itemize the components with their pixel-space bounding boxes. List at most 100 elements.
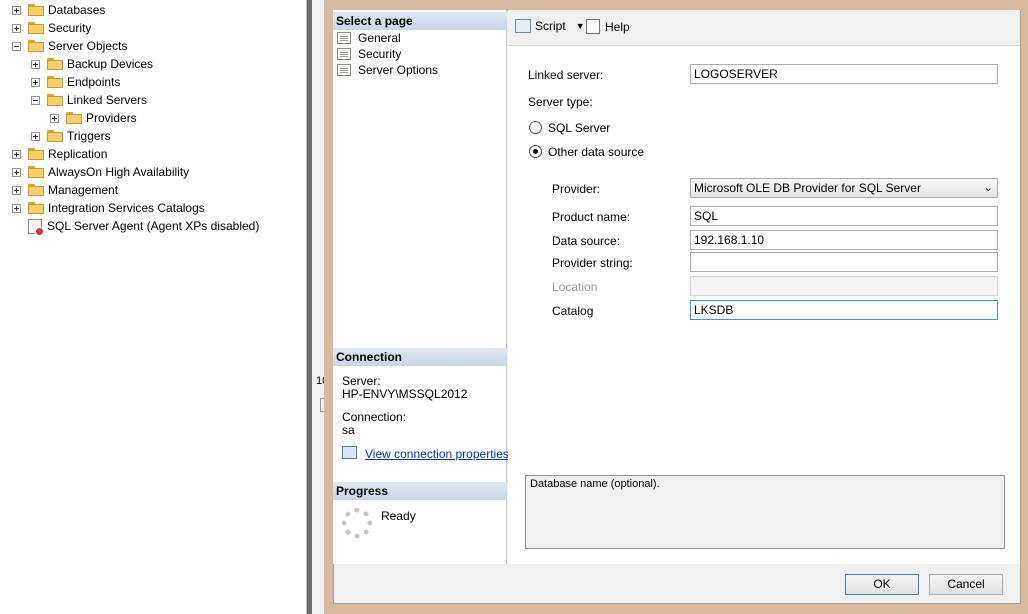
- folder-icon: [47, 130, 63, 142]
- script-label: Script: [535, 19, 566, 33]
- tree-node-label: AlwaysOn High Availability: [48, 165, 190, 179]
- tree-node[interactable]: Backup Devices: [31, 55, 153, 73]
- linked-server-input[interactable]: LOGOSERVER: [690, 64, 998, 84]
- catalog-label: Catalog: [552, 304, 594, 318]
- tree-node[interactable]: SQL Server Agent (Agent XPs disabled): [28, 217, 260, 236]
- tree-node[interactable]: Management: [12, 181, 118, 199]
- connection-header: Connection: [333, 348, 507, 366]
- tree-node-label: Replication: [48, 147, 108, 161]
- connection-value: sa: [342, 423, 355, 437]
- folder-icon: [28, 184, 44, 196]
- chevron-down-icon: ⌄: [983, 182, 993, 194]
- progress-status: Ready: [381, 509, 416, 523]
- provider-label: Provider:: [552, 182, 601, 196]
- tree-node[interactable]: Replication: [12, 145, 107, 163]
- progress-header: Progress: [333, 482, 507, 500]
- connection-properties-icon: [342, 446, 357, 459]
- linked-server-label: Linked server:: [528, 68, 604, 82]
- product-name-input[interactable]: SQL: [690, 206, 998, 226]
- expand-icon[interactable]: [12, 167, 21, 177]
- expand-icon[interactable]: [12, 185, 21, 195]
- tree-node-label: Providers: [86, 111, 137, 125]
- server-value: HP-ENVY\MSSQL2012: [342, 387, 468, 401]
- description-box: Database name (optional).: [525, 475, 1005, 549]
- tree-node-label: Management: [48, 183, 119, 197]
- tree-node-label: Databases: [48, 3, 106, 17]
- folder-icon: [28, 166, 44, 178]
- view-connection-properties-link[interactable]: View connection properties: [365, 447, 509, 461]
- sql-server-option-label: SQL Server: [548, 121, 611, 135]
- script-icon: [515, 19, 531, 33]
- tree-node[interactable]: Triggers: [31, 127, 111, 145]
- select-page-pane: [333, 10, 507, 564]
- data-source-input[interactable]: 192.168.1.10: [690, 230, 998, 250]
- tree-node[interactable]: AlwaysOn High Availability: [12, 163, 189, 181]
- ok-button[interactable]: OK: [845, 574, 919, 595]
- provider-select[interactable]: Microsoft OLE DB Provider for SQL Server…: [690, 178, 998, 198]
- folder-icon: [28, 22, 44, 34]
- help-label: Help: [605, 19, 630, 34]
- folder-icon: [47, 76, 63, 88]
- expand-icon[interactable]: [50, 113, 59, 123]
- folder-icon: [28, 202, 44, 214]
- folder-icon: [28, 4, 44, 16]
- tree-node[interactable]: Server Objects: [12, 37, 127, 55]
- cancel-button[interactable]: Cancel: [929, 574, 1003, 595]
- page-label: Security: [358, 47, 402, 61]
- page-security[interactable]: Security: [337, 46, 401, 62]
- data-source-label: Data source:: [552, 234, 621, 248]
- other-data-source-label: Other data source: [548, 145, 645, 159]
- tree-node-label: Backup Devices: [67, 57, 154, 71]
- page-label: Server Options: [358, 63, 439, 77]
- expand-icon[interactable]: [12, 23, 21, 33]
- expand-icon[interactable]: [12, 5, 21, 15]
- help-icon: [586, 19, 600, 34]
- script-button[interactable]: Script ▼: [515, 19, 585, 33]
- product-name-label: Product name:: [552, 210, 631, 224]
- other-data-source-radio[interactable]: [529, 145, 542, 158]
- tree-node[interactable]: Linked Servers: [31, 91, 147, 109]
- expand-icon[interactable]: [12, 203, 21, 213]
- tree-node[interactable]: Endpoints: [31, 73, 120, 91]
- page-icon: [337, 48, 351, 60]
- catalog-input[interactable]: LKSDB: [690, 300, 998, 320]
- server-type-label: Server type:: [528, 95, 593, 109]
- folder-icon: [28, 40, 44, 52]
- page-icon: [337, 32, 351, 44]
- page-label: General: [358, 31, 401, 45]
- expand-icon[interactable]: [31, 131, 40, 141]
- expand-icon[interactable]: [31, 77, 40, 87]
- progress-spinner-icon: [342, 508, 372, 538]
- folder-icon: [47, 94, 63, 106]
- provider-string-label: Provider string:: [552, 256, 633, 270]
- collapse-icon[interactable]: [12, 41, 21, 51]
- tree-node-label: Security: [48, 21, 92, 35]
- page-general[interactable]: General: [337, 30, 401, 46]
- tree-node[interactable]: Providers: [50, 109, 137, 127]
- tree-node-label: Server Objects: [48, 39, 128, 53]
- tree-node-label: Endpoints: [67, 75, 121, 89]
- tree-node[interactable]: Databases: [12, 1, 105, 19]
- chevron-down-icon[interactable]: ▼: [576, 21, 585, 31]
- provider-select-value: Microsoft OLE DB Provider for SQL Server: [694, 181, 921, 195]
- tree-node-label: SQL Server Agent (Agent XPs disabled): [47, 219, 260, 233]
- provider-string-input[interactable]: [690, 252, 998, 272]
- sql-agent-icon: [28, 218, 44, 236]
- collapse-icon[interactable]: [31, 95, 40, 105]
- sql-server-radio[interactable]: [529, 121, 542, 134]
- object-explorer-tree: Databases Security Server Objects Backup De…: [0, 0, 306, 614]
- page-icon: [337, 64, 351, 76]
- tree-node-label: Linked Servers: [67, 93, 148, 107]
- folder-icon: [47, 58, 63, 70]
- help-button[interactable]: Help: [586, 19, 630, 34]
- tree-node[interactable]: Security: [12, 19, 91, 37]
- tree-node[interactable]: Integration Services Catalogs: [12, 199, 205, 217]
- expand-icon[interactable]: [31, 59, 40, 69]
- tree-node-label: Triggers: [67, 129, 111, 143]
- description-text: Database name (optional).: [530, 478, 660, 490]
- select-page-header: Select a page: [333, 12, 507, 30]
- page-server-options[interactable]: Server Options: [337, 62, 438, 78]
- dialog-toolbar: [508, 10, 1020, 46]
- expand-icon[interactable]: [12, 149, 21, 159]
- location-label: Location: [552, 280, 598, 294]
